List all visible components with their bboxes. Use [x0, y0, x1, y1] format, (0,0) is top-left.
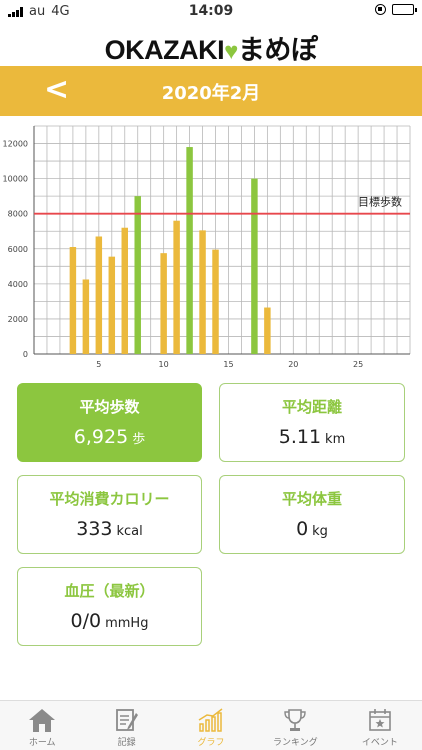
x-tick-label: 25: [353, 360, 363, 369]
bar: [160, 253, 167, 354]
x-tick-label: 20: [288, 360, 298, 369]
blood-pressure-value: 0/0: [70, 610, 102, 632]
avg-distance-unit: km: [325, 432, 346, 447]
bar: [69, 247, 77, 354]
status-bar: au 4G 14:09: [0, 0, 422, 24]
bar: [186, 147, 193, 354]
bar: [199, 230, 206, 354]
month-header: < 2020年2月: [0, 66, 422, 116]
bar: [82, 279, 90, 354]
blood-pressure-unit: mmHg: [105, 616, 149, 631]
bar: [264, 307, 271, 354]
y-tick-label: 8000: [8, 210, 28, 219]
y-tick-label: 2000: [8, 315, 28, 324]
calendar-icon: [338, 706, 422, 734]
trophy-icon: [253, 706, 337, 734]
avg-steps-label: 平均歩数: [79, 398, 140, 416]
avg-weight-unit: kg: [312, 524, 328, 539]
heart-icon: ♥: [224, 38, 238, 65]
x-tick-label: 15: [223, 360, 233, 369]
home-icon: [0, 706, 84, 734]
logo-text: OKAZAKI: [104, 35, 225, 65]
tab-graph-label: グラフ: [197, 738, 225, 748]
avg-distance-value: 5.11: [278, 426, 322, 448]
y-tick-label: 10000: [3, 175, 28, 184]
tab-home-label: ホーム: [28, 738, 56, 748]
y-tick-label: 12000: [3, 140, 28, 149]
tab-record-label: 記録: [117, 738, 136, 748]
bar: [108, 256, 116, 354]
tab-event-label: イベント: [361, 738, 398, 748]
x-tick-label: 10: [159, 360, 169, 369]
bar: [134, 196, 141, 354]
avg-weight-card[interactable]: 平均体重 0 kg: [219, 475, 405, 554]
blood-pressure-label: 血圧（最新）: [64, 582, 155, 600]
tab-ranking-label: ランキング: [273, 738, 318, 748]
x-tick-label: 5: [96, 360, 101, 369]
bar: [173, 220, 180, 354]
avg-steps-unit: 歩: [132, 432, 146, 447]
tab-bar: ホーム 記録 グラフ ランキング イベント: [0, 700, 422, 750]
y-tick-label: 0: [23, 350, 28, 359]
avg-calories-label: 平均消費カロリー: [49, 490, 170, 508]
bar: [212, 249, 219, 354]
orientation-lock-icon: [375, 4, 386, 15]
y-tick-label: 6000: [8, 245, 28, 254]
y-tick-label: 4000: [8, 280, 28, 289]
graph-icon: [169, 706, 253, 734]
bar: [95, 236, 103, 354]
battery-icon: [392, 4, 417, 15]
avg-calories-unit: kcal: [116, 524, 143, 539]
blood-pressure-card[interactable]: 血圧（最新） 0/0 mmHg: [17, 567, 202, 646]
plot-area: [34, 126, 410, 354]
avg-distance-label: 平均距離: [281, 398, 342, 416]
tab-record[interactable]: 記録: [84, 701, 168, 750]
tab-graph[interactable]: グラフ: [169, 701, 253, 750]
avg-steps-card[interactable]: 平均歩数 6,925 歩: [17, 383, 202, 462]
steps-chart: 0 2000 4000 6000 8000 10000 12000 5 10 15 20 25 目標歩数: [0, 118, 422, 380]
page-title: 2020年2月: [161, 83, 261, 104]
tab-event[interactable]: イベント: [338, 701, 422, 750]
clock: 14:09: [188, 3, 234, 19]
record-icon: [84, 706, 168, 734]
bar: [121, 227, 128, 354]
goal-label: 目標歩数: [358, 195, 402, 209]
steps-chart-svg: 0 2000 4000 6000 8000 10000 12000 5 10 15 20 25 目標歩数: [3, 125, 411, 369]
tab-home[interactable]: ホーム: [0, 701, 84, 750]
logo-text-kana: まめぽ: [237, 35, 318, 65]
bar: [251, 178, 258, 354]
tab-ranking[interactable]: ランキング: [253, 701, 337, 750]
avg-calories-value: 333: [76, 518, 113, 540]
avg-calories-card[interactable]: 平均消費カロリー 333 kcal: [17, 475, 202, 554]
avg-distance-card[interactable]: 平均距離 5.11 km: [219, 383, 405, 462]
avg-weight-value: 0: [296, 518, 309, 540]
avg-steps-value: 6,925: [73, 426, 129, 448]
app-logo: OKAZAKI♥まめぽ: [0, 28, 422, 65]
avg-weight-label: 平均体重: [281, 490, 342, 508]
